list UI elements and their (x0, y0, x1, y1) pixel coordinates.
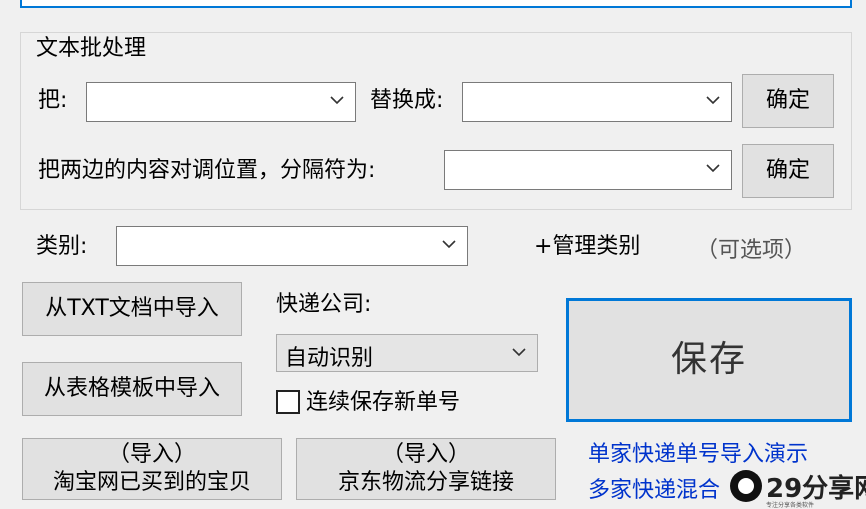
courier-selected-value: 自动识别 (285, 346, 374, 371)
save-button[interactable]: 保存 (566, 298, 852, 422)
batch-group-title: 文本批处理 (36, 36, 147, 61)
import-taobao-top: （导入） (107, 442, 196, 467)
chevron-down-icon (442, 240, 456, 249)
optional-hint: （可选项） (696, 238, 807, 263)
import-template-button[interactable]: 从表格模板中导入 (22, 362, 242, 416)
watermark-circle-icon (730, 470, 762, 502)
import-taobao-bottom: 淘宝网已买到的宝贝 (52, 470, 251, 495)
confirm-swap-button[interactable]: 确定 (742, 144, 834, 198)
continuous-save-checkbox[interactable] (276, 390, 300, 414)
import-txt-button[interactable]: 从TXT文档中导入 (22, 282, 242, 336)
replace-from-combo[interactable] (86, 82, 356, 122)
replace-to-label: 替换成: (370, 88, 444, 113)
courier-select[interactable]: 自动识别 (276, 334, 538, 372)
swap-label: 把两边的内容对调位置，分隔符为: (38, 158, 376, 183)
top-input-edge[interactable] (20, 0, 852, 8)
confirm-replace-button[interactable]: 确定 (742, 74, 834, 128)
multi-courier-demo-link[interactable]: 多家快递混合 (588, 472, 720, 504)
category-label: 类别: (36, 234, 88, 259)
import-taobao-button[interactable]: （导入） 淘宝网已买到的宝贝 (22, 438, 282, 500)
replace-to-combo[interactable] (462, 82, 732, 122)
import-jd-button[interactable]: （导入） 京东物流分享链接 (296, 438, 556, 500)
import-jd-top: （导入） (381, 442, 470, 467)
manage-category-link[interactable]: +管理类别 (534, 232, 640, 262)
watermark-logo: 29分享网 专注分享各类软件 (730, 466, 866, 509)
chevron-down-icon (706, 164, 720, 173)
continuous-save-label: 连续保存新单号 (306, 390, 461, 415)
replace-from-label: 把: (38, 88, 68, 113)
category-combo[interactable] (116, 226, 468, 266)
import-jd-bottom: 京东物流分享链接 (337, 470, 514, 495)
chevron-down-icon (330, 96, 344, 105)
separator-combo[interactable] (444, 150, 732, 190)
chevron-down-icon (706, 96, 720, 105)
courier-label: 快递公司: (276, 292, 372, 317)
single-courier-demo-link[interactable]: 单家快递单号导入演示 (588, 436, 808, 468)
chevron-down-icon (512, 348, 526, 357)
